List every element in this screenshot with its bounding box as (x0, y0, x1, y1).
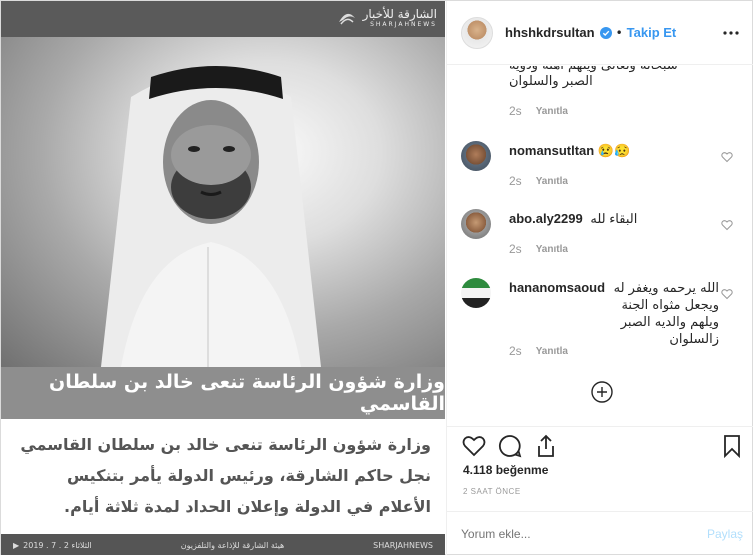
reply-button[interactable]: Yanıtla (536, 346, 568, 358)
brand-arabic: الشارقة للأخبار (362, 7, 437, 21)
instagram-post-modal: الشارقة للأخبار SHARJAHNEWS وزارة شؤون ا… (0, 0, 753, 555)
comment-body: nomansutltan 😢😥 (509, 143, 719, 159)
author-avatar[interactable] (461, 16, 493, 49)
footer-date-group: ▶ 2019 . 7 . 2 الثلاثاء (13, 541, 92, 550)
add-comment-box: Paylaş (447, 511, 753, 555)
reply-button[interactable]: Yanıtla (536, 106, 568, 118)
like-comment-heart-icon[interactable] (721, 219, 733, 231)
comment-time: 2s (509, 104, 522, 118)
comment-time: 2s (509, 242, 522, 256)
likes-count[interactable]: 4.118 beğenme (463, 463, 548, 477)
comment-time: 2s (509, 344, 522, 358)
sharjah-news-logo-icon (339, 13, 355, 25)
commenter-username[interactable]: abo.aly2299 (509, 211, 583, 226)
comment-meta: 2s Yanıtla (509, 174, 568, 188)
post-time-ago: 2 SAAT ÖNCE (463, 487, 521, 496)
comment-input[interactable] (461, 527, 707, 541)
comment-text: البقاء لله (590, 211, 638, 226)
bookmark-icon[interactable] (719, 433, 745, 459)
commenter-avatar[interactable] (461, 141, 491, 171)
comment-text: 😢😥 (597, 143, 631, 158)
footer-handle: SHARJAHNEWS (373, 540, 433, 550)
footer-org: هيئة الشارقة للإذاعة والتلفزيون (180, 540, 285, 550)
headline-bar: وزارة شؤون الرئاسة تنعى خالد بن سلطان ال… (1, 367, 445, 419)
like-comment-heart-icon[interactable] (721, 151, 733, 163)
comment-meta: 2s Yanıtla (509, 242, 568, 256)
post-actions (447, 426, 753, 466)
header-separator: • (615, 25, 623, 40)
image-footer: ▶ 2019 . 7 . 2 الثلاثاء هيئة الشارقة للإ… (1, 534, 445, 555)
portrait-photo (1, 37, 445, 367)
commenter-username[interactable]: nomansutltan (509, 143, 594, 158)
post-image[interactable]: الشارقة للأخبار SHARJAHNEWS وزارة شؤون ا… (1, 1, 445, 555)
post-header: hhshkdrsultan • Takip Et (447, 1, 753, 65)
comment-continued-meta: 2s Yanıtla (509, 104, 568, 118)
follow-button[interactable]: Takip Et (627, 25, 677, 40)
load-more-comments-icon[interactable] (591, 381, 613, 403)
commenter-avatar[interactable] (461, 209, 491, 239)
share-icon[interactable] (533, 433, 559, 459)
commenter-avatar[interactable] (461, 278, 491, 308)
like-comment-heart-icon[interactable] (721, 288, 733, 300)
post-comment-button[interactable]: Paylaş (707, 527, 743, 541)
image-headline: وزارة شؤون الرئاسة تنعى خالد بن سلطان ال… (49, 371, 445, 415)
image-body-text: وزارة شؤون الرئاسة تنعى خالد بن سلطان ال… (20, 435, 431, 516)
portrait-illustration (101, 66, 321, 367)
brand-english: SHARJAHNEWS (370, 21, 437, 28)
commenter-username[interactable]: hananomsaoud (509, 280, 605, 295)
comment-continued-text: سبحانه وتعالى ويلهم اهله وذويه الصبر وال… (509, 66, 678, 89)
play-icon: ▶ (13, 540, 20, 550)
more-options-icon[interactable] (721, 23, 741, 43)
author-username[interactable]: hhshkdrsultan (505, 25, 595, 40)
reply-button[interactable]: Yanıtla (536, 176, 568, 188)
post-side-panel: hhshkdrsultan • Takip Et سبحانه وتعالى و… (446, 1, 753, 555)
comment-body: hananomsaoud الله يرحمه ويغفر له ويجعل م… (509, 280, 719, 348)
comments-list[interactable]: سبحانه وتعالى ويلهم اهله وذويه الصبر وال… (447, 66, 753, 426)
comment-body: abo.aly2299 البقاء لله (509, 211, 719, 227)
image-body-box: وزارة شؤون الرئاسة تنعى خالد بن سلطان ال… (1, 419, 445, 534)
comment-bubble-icon[interactable] (497, 433, 523, 459)
like-heart-icon[interactable] (461, 433, 487, 459)
comment-time: 2s (509, 174, 522, 188)
brand-mark: الشارقة للأخبار SHARJAHNEWS (363, 7, 437, 29)
verified-badge-icon (599, 26, 612, 39)
reply-button[interactable]: Yanıtla (536, 244, 568, 256)
footer-date: 2019 . 7 . 2 الثلاثاء (23, 540, 92, 550)
comment-meta: 2s Yanıtla (509, 344, 568, 358)
